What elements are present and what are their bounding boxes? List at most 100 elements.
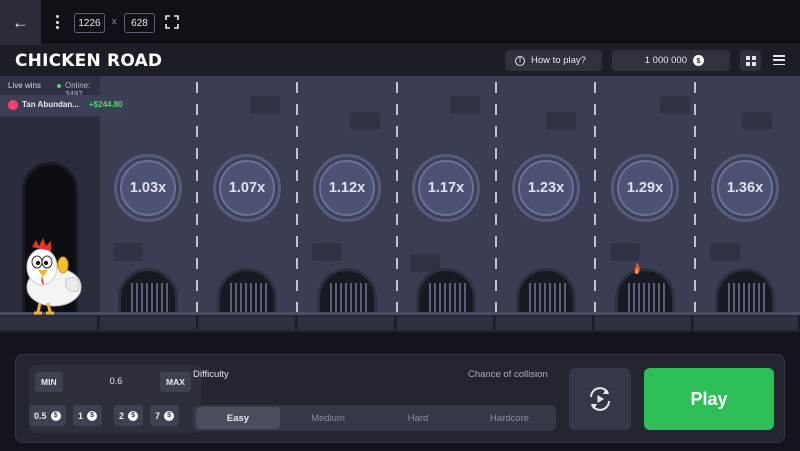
road-segment [496, 316, 594, 330]
quick-bet-value: 0.5 [34, 410, 47, 421]
game-header: CHICKEN ROAD ! How to play? 1 000 000 $ [0, 45, 800, 76]
wall-brick [250, 96, 280, 114]
road-segment [397, 316, 495, 330]
multiplier-coin[interactable]: 1.17x [412, 154, 480, 222]
wall-brick [350, 112, 380, 130]
online-indicator-icon [57, 84, 61, 88]
back-arrow-icon[interactable]: ← [0, 0, 41, 45]
avatar [8, 100, 18, 110]
width-field[interactable]: 1226 [74, 13, 105, 33]
sewer-grate [217, 268, 277, 312]
multiplier-coin[interactable]: 1.36x [711, 154, 779, 222]
how-to-play-label: How to play? [531, 55, 586, 66]
multiplier-value: 1.03x [120, 160, 176, 216]
controls-area: MIN 0.6 MAX 0.5 $ 1 $ 2 $ 7 $ Difficulty… [0, 332, 800, 451]
multiplier-coin[interactable]: 1.23x [512, 154, 580, 222]
balance-value: 1 000 000 [644, 55, 687, 66]
dollar-coin-icon: $ [164, 410, 175, 421]
control-panel: MIN 0.6 MAX 0.5 $ 1 $ 2 $ 7 $ Difficulty… [15, 354, 785, 443]
dollar-coin-icon: $ [50, 410, 61, 421]
difficulty-option-medium[interactable]: Medium [286, 407, 370, 429]
grid-view-icon[interactable] [740, 50, 761, 71]
wall-brick [742, 112, 772, 130]
dollar-coin-icon: $ [128, 410, 139, 421]
difficulty-selector: Easy Medium Hard Hardcore [193, 405, 556, 431]
road-segment [100, 316, 198, 330]
min-bet-button[interactable]: MIN [35, 372, 63, 392]
lane-divider [196, 82, 198, 314]
how-to-play-button[interactable]: ! How to play? [505, 50, 602, 71]
fullscreen-icon[interactable] [165, 15, 179, 29]
wall-brick [660, 96, 690, 114]
live-wins-label: Live wins [8, 81, 41, 90]
bet-amount-input[interactable]: 0.6 [96, 376, 136, 386]
lane-divider [594, 82, 596, 314]
difficulty-label: Difficulty [193, 369, 229, 380]
multiplier-value: 1.36x [717, 160, 773, 216]
multiplier-value: 1.17x [418, 160, 474, 216]
lane-divider [296, 82, 298, 314]
sewer-grate [516, 268, 576, 312]
wall-brick [450, 96, 480, 114]
road-segment [0, 316, 99, 330]
multiplier-coin[interactable]: 1.07x [213, 154, 281, 222]
dollar-coin-icon: $ [693, 55, 704, 66]
road-segment [694, 316, 800, 330]
quick-bet-value: 2 [119, 410, 125, 421]
sewer-grate [416, 268, 476, 312]
game-scene: Live wins Online: 3487 Tan Abundan... +$… [0, 76, 800, 332]
quick-bet-chip[interactable]: 1 $ [73, 405, 103, 426]
multiplier-coin[interactable]: 1.29x [611, 154, 679, 222]
height-field[interactable]: 628 [124, 13, 155, 33]
difficulty-option-hardcore[interactable]: Hardcore [466, 407, 553, 429]
balance-display: 1 000 000 $ [612, 50, 730, 71]
chicken-character [26, 238, 82, 315]
sewer-grate [615, 268, 675, 312]
sewer-grate [118, 268, 178, 312]
quick-bet-value: 1 [78, 410, 84, 421]
autoplay-button[interactable] [569, 368, 631, 430]
wall-brick [610, 243, 640, 261]
quick-bet-value: 7 [155, 410, 161, 421]
dimension-separator: x [112, 16, 117, 26]
info-icon: ! [515, 55, 525, 66]
quick-bet-chip[interactable]: 7 $ [150, 405, 180, 426]
game-logo: CHICKEN ROAD [15, 51, 163, 71]
fire-icon [634, 262, 640, 275]
wall-brick [312, 243, 342, 261]
more-options-icon[interactable] [50, 12, 64, 32]
multiplier-value: 1.29x [617, 160, 673, 216]
lane-divider [694, 82, 696, 314]
play-button[interactable]: Play [644, 368, 774, 430]
bet-amount-box: MIN 0.6 MAX 0.5 $ 1 $ 2 $ 7 $ [29, 365, 201, 433]
road-segment [298, 316, 396, 330]
wall-brick [710, 243, 740, 261]
road-segment [595, 316, 693, 330]
win-amount: +$244.80 [89, 100, 123, 109]
difficulty-option-easy[interactable]: Easy [196, 407, 280, 429]
winner-name: Tan Abundan... [22, 100, 79, 109]
wall-brick [546, 112, 576, 130]
sewer-grate [317, 268, 377, 312]
live-win-row: Tan Abundan... +$244.80 [0, 95, 130, 116]
multiplier-value: 1.12x [319, 160, 375, 216]
quick-bet-chip[interactable]: 0.5 $ [29, 405, 66, 426]
browser-toolbar: ← 1226 x 628 [0, 0, 800, 45]
multiplier-value: 1.23x [518, 160, 574, 216]
road-curb [0, 312, 800, 315]
multiplier-coin[interactable]: 1.12x [313, 154, 381, 222]
max-bet-button[interactable]: MAX [160, 372, 191, 392]
difficulty-option-hard[interactable]: Hard [376, 407, 460, 429]
lane-divider [396, 82, 398, 314]
collision-chance-label: Chance of collision [468, 369, 548, 380]
sewer-grate [715, 268, 775, 312]
dollar-coin-icon: $ [87, 410, 98, 421]
game-screen: ← 1226 x 628 CHICKEN ROAD ! How to play?… [0, 0, 800, 451]
multiplier-value: 1.07x [219, 160, 275, 216]
hamburger-menu-icon[interactable] [773, 54, 785, 66]
quick-bet-chip[interactable]: 2 $ [114, 405, 144, 426]
multiplier-coin[interactable]: 1.03x [114, 154, 182, 222]
lane-divider [495, 82, 497, 314]
wall-brick [113, 243, 143, 261]
autoplay-icon [590, 387, 610, 411]
